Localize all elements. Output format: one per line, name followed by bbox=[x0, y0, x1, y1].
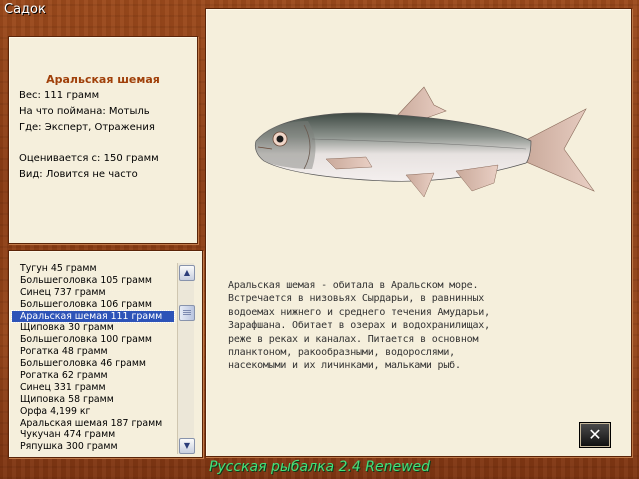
list-item[interactable]: Орфа 4,199 кг bbox=[12, 406, 174, 418]
fish-info-panel: Аральская шемая Вес: 111 грамм На что по… bbox=[8, 36, 198, 244]
footer-caption: Русская рыбалка 2.4 Renewed bbox=[208, 459, 431, 475]
list-item[interactable]: Большеголовка 106 грамм bbox=[12, 299, 174, 311]
catch-list-panel: Тугун 45 грамм Большеголовка 105 грамм Син… bbox=[8, 250, 203, 458]
list-item[interactable]: Щиповка 30 грамм bbox=[12, 322, 174, 334]
catch-list-scrollbar[interactable]: ▲ ▼ bbox=[177, 263, 195, 454]
list-item[interactable]: Аральская шемая 187 грамм bbox=[12, 418, 174, 430]
list-item[interactable]: Рогатка 48 грамм bbox=[12, 346, 174, 358]
scroll-down-icon[interactable]: ▼ bbox=[179, 438, 195, 454]
fish-description: Аральская шемая - обитала в Аральском мо… bbox=[228, 280, 490, 372]
list-item[interactable]: Щиповка 58 грамм bbox=[12, 394, 174, 406]
fish-frequency: Вид: Ловится не часто bbox=[19, 169, 138, 180]
list-item[interactable]: Большеголовка 100 грамм bbox=[12, 334, 174, 346]
list-item[interactable]: Тугун 45 грамм bbox=[12, 263, 174, 275]
catch-list[interactable]: Тугун 45 грамм Большеголовка 105 грамм Син… bbox=[11, 263, 175, 453]
fish-bait: На что поймана: Мотыль bbox=[19, 106, 150, 117]
list-item[interactable]: Синец 331 грамм bbox=[12, 382, 174, 394]
fish-name: Аральская шемая bbox=[46, 73, 160, 86]
close-x-icon[interactable]: ✕ bbox=[580, 423, 610, 447]
list-item[interactable]: Большеголовка 105 грамм bbox=[12, 275, 174, 287]
scroll-thumb[interactable] bbox=[179, 305, 195, 321]
list-item[interactable]: Ряпушка 300 грамм bbox=[12, 441, 174, 453]
fish-image bbox=[254, 86, 595, 198]
window-title: Садок bbox=[4, 2, 46, 17]
fish-valued-from: Оценивается с: 150 грамм bbox=[19, 153, 159, 164]
scroll-up-icon[interactable]: ▲ bbox=[179, 265, 195, 281]
fish-detail-panel: Аральская шемая - обитала в Аральском мо… bbox=[205, 8, 632, 457]
list-item[interactable]: Синец 737 грамм bbox=[12, 287, 174, 299]
fish-weight: Вес: 111 грамм bbox=[19, 90, 100, 101]
list-item[interactable]: Аральская шемая 111 грамм bbox=[11, 309, 175, 324]
list-item[interactable]: Рогатка 62 грамм bbox=[12, 370, 174, 382]
list-item[interactable]: Чукучан 474 грамм bbox=[12, 429, 174, 441]
list-item[interactable]: Большеголовка 46 грамм bbox=[12, 358, 174, 370]
fish-location: Где: Эксперт, Отражения bbox=[19, 122, 155, 133]
